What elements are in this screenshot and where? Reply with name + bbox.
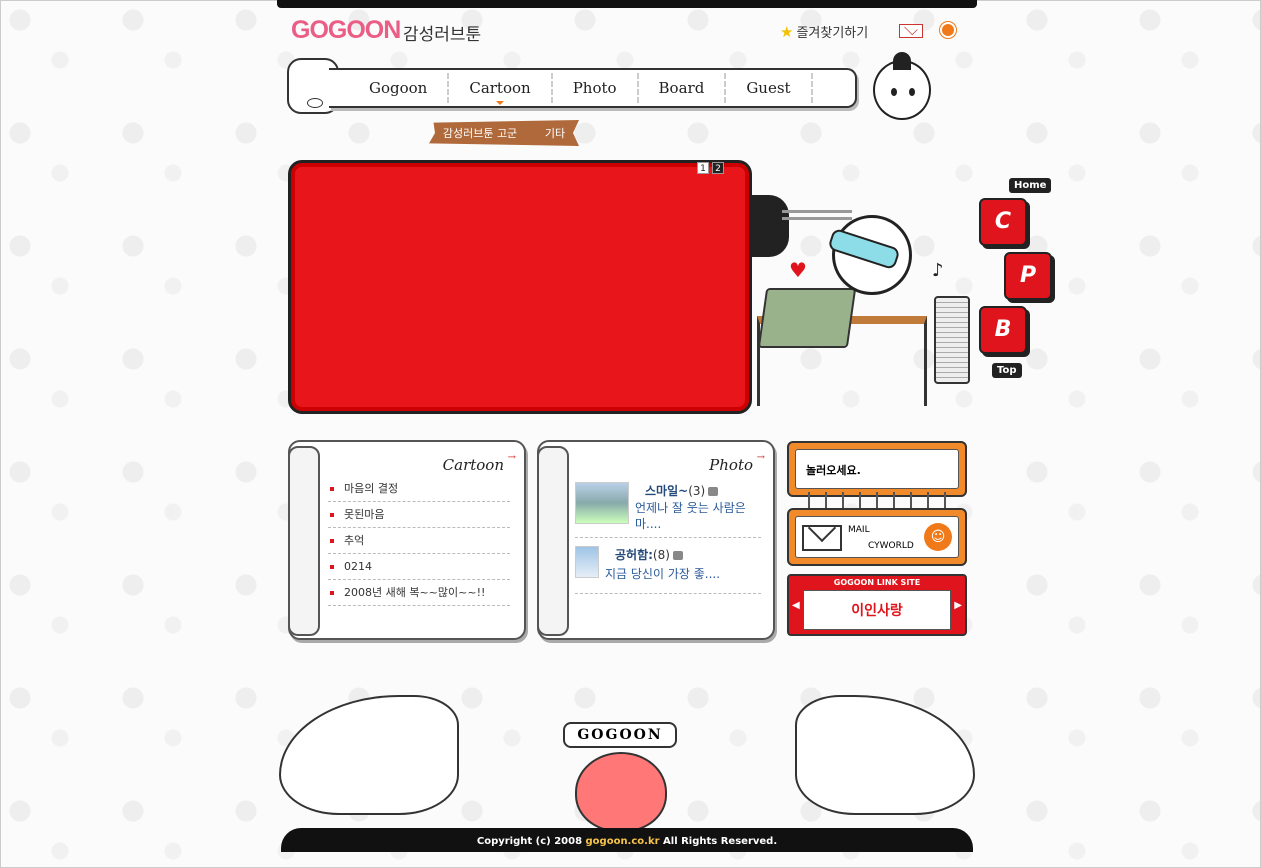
list-item[interactable]: 0214 bbox=[328, 554, 510, 580]
nav-item-photo[interactable]: Photo bbox=[553, 73, 639, 103]
nav-strip: Gogoon Cartoon Photo Board Guest bbox=[329, 68, 857, 108]
cyworld-icon[interactable] bbox=[940, 22, 956, 38]
nav-item-guest[interactable]: Guest bbox=[726, 73, 813, 103]
top-bar bbox=[277, 0, 977, 8]
mascot-eye bbox=[891, 88, 897, 96]
photo-box-title[interactable]: Photo bbox=[709, 452, 765, 474]
mail-panel[interactable]: MAIL CYWORLD ☺ bbox=[787, 508, 967, 566]
camera-icon bbox=[672, 551, 683, 560]
cartoon-list: 마음의 결정 못된마음 추억 0214 2008년 새해 복~~많이~~!! bbox=[328, 476, 510, 606]
mail-label[interactable]: MAIL bbox=[848, 525, 870, 535]
cyworld-face-icon[interactable]: ☺ bbox=[924, 523, 952, 551]
prev-arrow-icon[interactable]: ◀ bbox=[792, 600, 800, 611]
subnav-item-gogoon[interactable]: 감성러브툰 고군 bbox=[443, 125, 517, 141]
site-logo-subtitle: 감성러브툰 bbox=[403, 25, 482, 45]
cyworld-label[interactable]: CYWORLD bbox=[868, 541, 914, 551]
next-arrow-icon[interactable]: ▶ bbox=[954, 600, 962, 611]
site-container: GOGOON 감성러브툰 ★ 즐겨찾기하기 Gogoon Cartoon Pho… bbox=[277, 0, 1052, 868]
sub-nav: 감성러브툰 고군 기타 bbox=[429, 120, 579, 146]
cartoon-quick-button[interactable]: C bbox=[979, 198, 1027, 246]
photo-desc[interactable]: 언제나 잘 웃는 사람은 마.... bbox=[635, 500, 761, 532]
speaker-illustration bbox=[934, 296, 970, 384]
main-banner[interactable] bbox=[288, 160, 752, 414]
photo-count: (8) bbox=[652, 548, 670, 562]
top-button[interactable]: Top bbox=[992, 363, 1022, 378]
envelope-icon[interactable] bbox=[802, 525, 842, 551]
photo-count: (3) bbox=[688, 484, 706, 498]
photo-title-text: 스마일~ bbox=[645, 484, 689, 498]
camera-icon bbox=[708, 487, 719, 496]
laptop-illustration bbox=[757, 288, 857, 348]
cartoon-box-title[interactable]: Cartoon bbox=[443, 452, 517, 474]
nav-item-board[interactable]: Board bbox=[639, 73, 727, 103]
star-icon: ★ bbox=[780, 22, 794, 41]
footer-copyright: Copyright (c) 2008 gogoon.co.kr All Righ… bbox=[281, 828, 973, 852]
mascot-face-icon bbox=[873, 52, 931, 120]
photo-thumbnail[interactable] bbox=[575, 482, 629, 524]
photo-quick-button[interactable]: P bbox=[1004, 252, 1052, 300]
photo-box: Photo 스마일~(3) 언제나 잘 웃는 사람은 마.... 공허함:(8)… bbox=[537, 440, 775, 640]
list-item[interactable]: 추억 bbox=[328, 528, 510, 554]
cartoon-box: Cartoon 마음의 결정 못된마음 추억 0214 2008년 새해 복~~… bbox=[288, 440, 526, 640]
board-quick-button[interactable]: B bbox=[979, 306, 1027, 354]
photo-title-text: 공허함: bbox=[615, 548, 653, 562]
photo-desc[interactable]: 지금 당신이 가장 좋.... bbox=[605, 566, 761, 582]
music-note-icon: ♪ bbox=[932, 260, 944, 281]
photo-title[interactable]: 공허함:(8) bbox=[615, 546, 683, 563]
list-item[interactable]: 2008년 새해 복~~많이~~!! bbox=[328, 580, 510, 606]
list-item[interactable]: 못된마음 bbox=[328, 502, 510, 528]
link-site-banner[interactable]: 이인사랑 bbox=[803, 590, 951, 630]
footer-illustration: GOGOON bbox=[277, 660, 977, 835]
scroll-decoration bbox=[288, 446, 320, 636]
banner-pagination: 1 2 bbox=[697, 162, 724, 174]
footer-ribbon: GOGOON bbox=[563, 722, 677, 748]
photo-thumbnail[interactable] bbox=[575, 546, 599, 578]
favorite-link[interactable]: ★ 즐겨찾기하기 bbox=[780, 22, 869, 42]
subnav-item-etc[interactable]: 기타 bbox=[545, 125, 565, 141]
site-logo[interactable]: GOGOON bbox=[291, 16, 401, 45]
copyright-suffix: All Rights Reserved. bbox=[663, 836, 778, 847]
banner-page-1[interactable]: 1 bbox=[697, 162, 709, 174]
main-nav: Gogoon Cartoon Photo Board Guest bbox=[287, 58, 857, 116]
scroll-decoration bbox=[537, 446, 569, 636]
copyright-domain[interactable]: gogoon.co.kr bbox=[586, 836, 660, 847]
nav-item-cartoon[interactable]: Cartoon bbox=[449, 73, 553, 105]
big-heart-icon bbox=[575, 752, 667, 832]
mail-icon[interactable] bbox=[899, 24, 923, 38]
banner-page-2[interactable]: 2 bbox=[712, 162, 724, 174]
mascot-eye bbox=[909, 88, 915, 96]
nav-item-gogoon[interactable]: Gogoon bbox=[349, 73, 450, 103]
right-wing-illustration bbox=[795, 695, 975, 815]
link-site-panel: GOGOON LINK SITE ◀ 이인사랑 ▶ bbox=[787, 574, 967, 636]
copyright-prefix: Copyright (c) 2008 bbox=[476, 836, 583, 847]
mail-panel-inner: MAIL CYWORLD ☺ bbox=[795, 516, 959, 558]
heart-icon: ♥ bbox=[789, 258, 807, 282]
photo-item[interactable]: 공허함:(8) 지금 당신이 가장 좋.... bbox=[575, 546, 761, 594]
photo-title[interactable]: 스마일~(3) bbox=[645, 482, 719, 499]
photo-item[interactable]: 스마일~(3) 언제나 잘 웃는 사람은 마.... bbox=[575, 482, 761, 538]
favorite-label: 즐겨찾기하기 bbox=[796, 26, 869, 41]
home-button[interactable]: Home bbox=[1009, 178, 1052, 193]
left-wing-illustration bbox=[279, 695, 459, 815]
welcome-text: 놀러오세요. bbox=[795, 449, 959, 489]
welcome-panel: 놀러오세요. bbox=[787, 441, 967, 497]
list-item[interactable]: 마음의 결정 bbox=[328, 476, 510, 502]
link-site-title: GOGOON LINK SITE bbox=[833, 578, 921, 587]
